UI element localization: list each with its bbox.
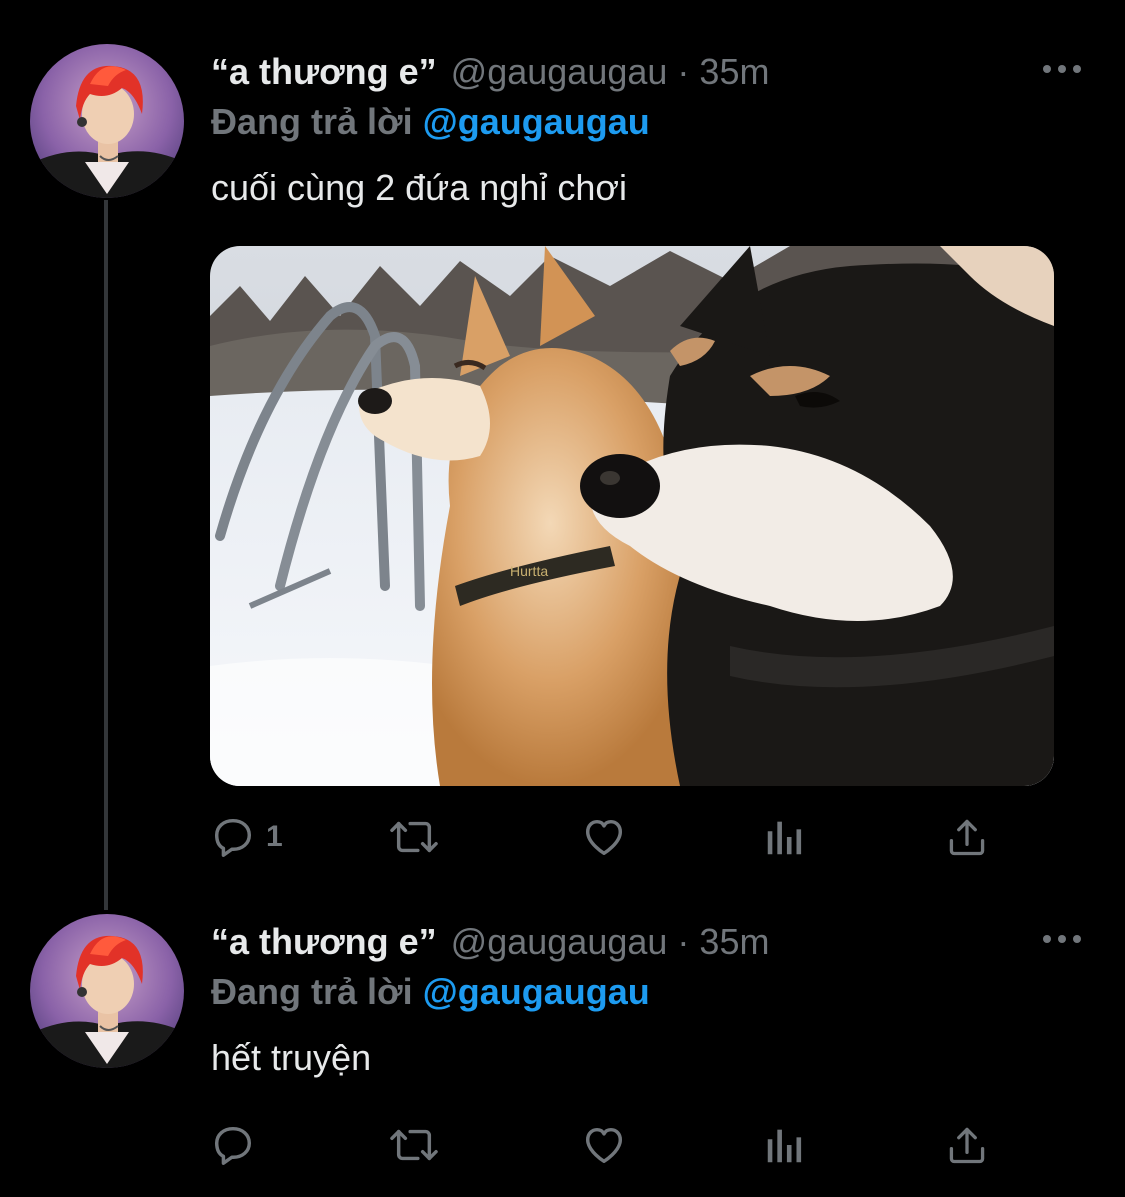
retweet-icon [390,821,438,853]
separator-dot: · [677,921,690,962]
share-icon [949,1127,985,1164]
reply-icon [214,1126,252,1165]
tweet-text: cuối cùng 2 đứa nghỉ chơi [211,167,627,208]
replying-to: Đang trả lời @gaugaugau [211,100,650,144]
heart-icon [585,819,623,856]
analytics-button[interactable] [765,812,805,862]
avatar[interactable] [30,914,184,1068]
tweet-header: “a thương e” @gaugaugau · 35m [211,920,769,964]
tweet[interactable]: “a thương e” @gaugaugau · 35m Đang trả l… [0,870,1125,1197]
retweet-icon [390,1129,438,1161]
display-name[interactable]: “a thương e” [211,920,437,964]
more-icon [1043,65,1081,73]
mention-link[interactable]: @gaugaugau [423,971,650,1012]
separator-dot: · [677,51,690,92]
mention-link[interactable]: @gaugaugau [423,101,650,142]
collar-text: Hurtta [510,563,548,579]
replying-to-label: Đang trả lời [211,971,413,1012]
tweet-actions: 1 [210,812,1010,862]
bar-chart-icon [767,1129,802,1163]
timestamp[interactable]: 35m [699,50,769,94]
timestamp[interactable]: 35m [699,920,769,964]
tweet-actions [210,1120,1010,1170]
tweet-header: “a thương e” @gaugaugau · 35m [211,50,769,94]
reply-button[interactable] [210,1120,266,1170]
tweet[interactable]: “a thương e” @gaugaugau · 35m Đang trả l… [0,0,1125,900]
share-icon [949,819,985,856]
replying-to-label: Đang trả lời [211,101,413,142]
more-options-button[interactable] [1040,928,1084,950]
more-icon [1043,935,1081,943]
analytics-button[interactable] [765,1120,805,1170]
tweet-media-photo[interactable]: Hurtta [210,246,1054,786]
share-button[interactable] [945,812,989,862]
avatar[interactable] [30,44,184,198]
share-button[interactable] [945,1120,989,1170]
like-button[interactable] [580,812,628,862]
retweet-button[interactable] [388,812,440,862]
replying-to: Đang trả lời @gaugaugau [211,970,650,1014]
more-options-button[interactable] [1040,58,1084,80]
reply-button[interactable]: 1 [210,812,283,862]
bar-chart-icon [767,821,802,855]
reply-count: 1 [266,820,283,853]
like-button[interactable] [580,1120,628,1170]
retweet-button[interactable] [388,1120,440,1170]
heart-icon [585,1127,623,1164]
tweet-text: hết truyện [211,1037,372,1078]
user-handle[interactable]: @gaugaugau [451,920,668,964]
reply-icon [214,818,252,857]
user-handle[interactable]: @gaugaugau [451,50,668,94]
display-name[interactable]: “a thương e” [211,50,437,94]
